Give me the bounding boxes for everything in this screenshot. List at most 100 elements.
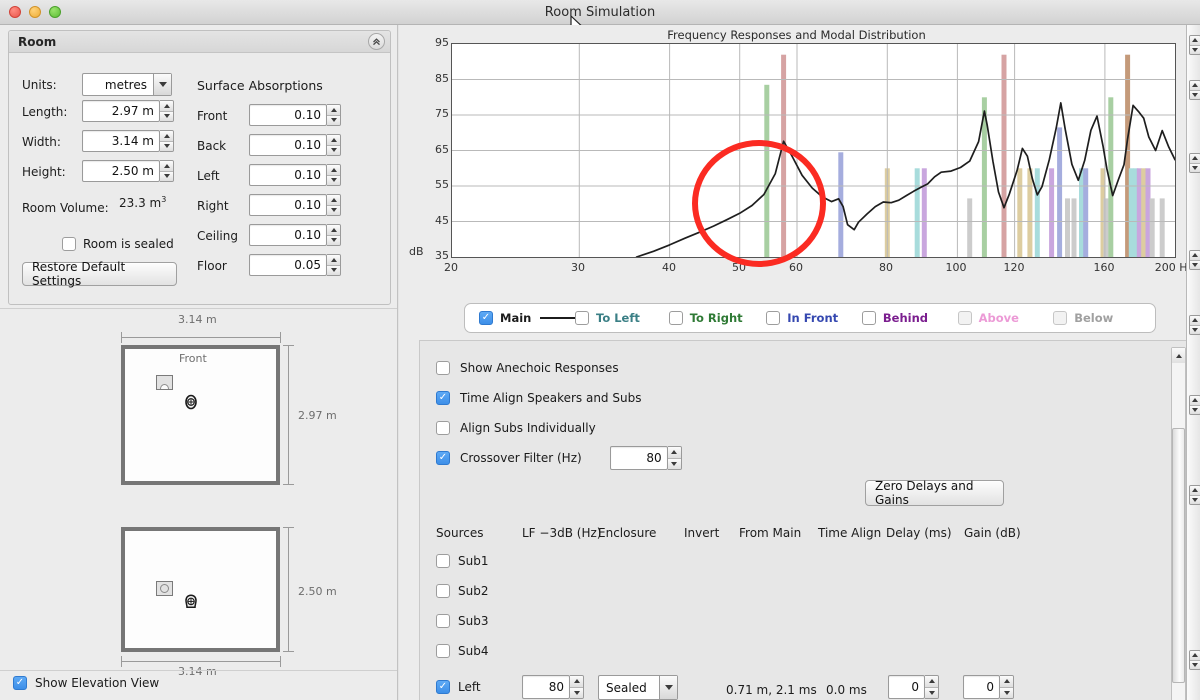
time-align-row[interactable]: ✓ Time Align Speakers and Subs [436,383,682,413]
plan-speaker-left-icon[interactable] [156,375,173,390]
scroll-up-button[interactable] [1172,348,1185,363]
table-row[interactable]: ✓ Left 80 Sealed 0.71 m, 2.1 ms 0.0 ms 0 [436,670,1200,700]
show-anechoic-checkbox[interactable]: ✓ [436,361,450,375]
source-row-left[interactable]: ✓ Left [436,680,481,694]
restore-default-settings-button[interactable]: Restore Default Settings [22,260,177,288]
gain-input-left[interactable]: 0 [963,675,1000,699]
length-input[interactable]: 2.97 m [82,100,160,122]
chart-plot-area[interactable] [451,43,1176,258]
table-row[interactable]: ✓ Sub2 [436,580,1200,610]
legend-checkbox-above[interactable]: ✓ [957,311,972,325]
clip5-down[interactable] [1190,325,1200,334]
legend-checkbox-behind[interactable]: ✓ [861,311,876,325]
clip4-down[interactable] [1190,260,1200,269]
absorption-stepper-right[interactable] [327,194,341,216]
show-elevation-view-row[interactable]: ✓ Show Elevation View [13,676,159,690]
legend-item-to-right[interactable]: ✓ To Right [668,311,767,325]
source-row-sub4[interactable]: ✓ Sub4 [436,644,488,658]
clip4-up[interactable] [1190,251,1200,261]
delay-stepper-left[interactable] [925,675,939,699]
clip1-down[interactable] [1190,45,1200,54]
height-stepper[interactable] [160,160,174,182]
plan-room-rect[interactable]: Front [121,345,280,485]
legend-checkbox-to-right[interactable]: ✓ [668,311,683,325]
absorption-input-front[interactable]: 0.10 [249,104,327,126]
legend-item-to-left[interactable]: ✓ To Left [575,311,669,325]
clipped-stepper-5[interactable] [1189,315,1200,335]
source-checkbox-sub2[interactable]: ✓ [436,584,450,598]
length-stepper[interactable] [160,100,174,122]
units-select[interactable]: metres [82,73,172,96]
enclosure-select-left[interactable]: Sealed [598,675,678,700]
lf-up-left[interactable] [570,676,583,688]
legend-item-main[interactable]: ✓ Main [479,311,575,325]
clipped-stepper-1[interactable] [1189,35,1200,55]
show-elevation-view-checkbox[interactable]: ✓ [13,676,27,690]
absorption-input-floor[interactable]: 0.05 [249,254,327,276]
floor-down[interactable] [327,265,340,275]
source-row-sub1[interactable]: ✓ Sub1 [436,554,488,568]
height-stepper-down[interactable] [160,171,173,181]
zero-delays-and-gains-button[interactable]: Zero Delays and Gains [865,479,1004,507]
table-row[interactable]: ✓ Sub1 [436,550,1200,580]
source-row-sub2[interactable]: ✓ Sub2 [436,584,488,598]
delay-up-left[interactable] [925,676,938,688]
scrollbar-thumb[interactable] [1172,428,1185,683]
lf-input-left[interactable]: 80 [522,675,570,699]
legend-item-above[interactable]: ✓ Above [957,311,1054,325]
elevation-room-rect[interactable] [121,527,280,652]
absorption-stepper-floor[interactable] [327,254,341,276]
clipped-stepper-4[interactable] [1189,250,1200,270]
front-down[interactable] [327,115,340,125]
lf-stepper-left[interactable] [570,675,584,699]
height-input[interactable]: 2.50 m [82,160,160,182]
crossover-down[interactable] [667,458,681,469]
clip8-down[interactable] [1190,660,1200,669]
clipped-stepper-8[interactable] [1189,650,1200,670]
options-scrollbar[interactable] [1171,347,1186,700]
chart-legend[interactable]: ✓ Main ✓ To Left ✓ To Right ✓ In Front ✓ Behind ✓ A… [464,303,1156,333]
clipped-stepper-3[interactable] [1189,153,1200,173]
background-window-clipped[interactable] [1186,25,1200,700]
delay-down-left[interactable] [925,687,938,698]
clip5-up[interactable] [1190,316,1200,326]
table-row[interactable]: ✓ Sub4 [436,640,1200,670]
legend-item-in-front[interactable]: ✓ In Front [766,311,862,325]
width-stepper-down[interactable] [160,141,173,151]
left-down[interactable] [327,175,340,185]
clip3-up[interactable] [1190,154,1200,164]
collapse-icon[interactable] [368,33,385,50]
legend-item-behind[interactable]: ✓ Behind [861,311,958,325]
gain-stepper-left[interactable] [1000,675,1014,699]
length-stepper-up[interactable] [160,101,173,112]
gain-up-left[interactable] [1000,676,1013,688]
absorption-stepper-back[interactable] [327,134,341,156]
front-up[interactable] [327,105,340,116]
crossover-frequency-stepper[interactable] [667,446,682,470]
maximize-window-button[interactable] [49,6,61,18]
source-row-sub3[interactable]: ✓ Sub3 [436,614,488,628]
width-stepper-up[interactable] [160,131,173,142]
crossover-filter-checkbox[interactable]: ✓ [436,451,450,465]
align-subs-checkbox[interactable]: ✓ [436,421,450,435]
clip6-down[interactable] [1190,405,1200,414]
width-input[interactable]: 3.14 m [82,130,160,152]
plan-view-diagram[interactable]: 3.14 m Front 2.97 m [0,313,398,503]
absorption-input-ceiling[interactable]: 0.10 [249,224,327,246]
ceiling-down[interactable] [327,235,340,245]
absorption-stepper-front[interactable] [327,104,341,126]
elevation-view-diagram[interactable]: 2.50 m 3.14 m [0,503,398,683]
legend-checkbox-in-front[interactable]: ✓ [766,311,781,325]
show-anechoic-row[interactable]: ✓ Show Anechoic Responses [436,353,682,383]
source-checkbox-sub3[interactable]: ✓ [436,614,450,628]
clip3-down[interactable] [1190,163,1200,172]
clip7-down[interactable] [1190,495,1200,504]
elevation-speaker-icon[interactable] [156,581,173,596]
gain-down-left[interactable] [1000,687,1013,698]
floor-up[interactable] [327,255,340,266]
lf-down-left[interactable] [570,687,583,698]
clipped-stepper-7[interactable] [1189,485,1200,505]
right-down[interactable] [327,205,340,215]
length-stepper-down[interactable] [160,111,173,121]
absorption-input-left[interactable]: 0.10 [249,164,327,186]
